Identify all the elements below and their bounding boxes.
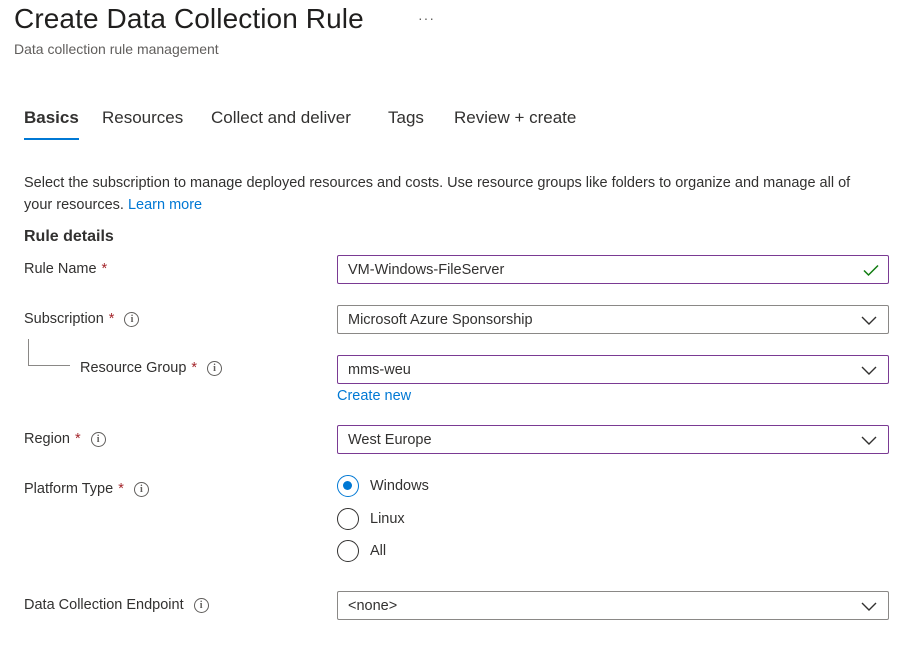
subscription-value: Microsoft Azure Sponsorship [348,311,533,328]
data-collection-endpoint-label-text: Data Collection Endpoint [24,597,184,613]
rule-name-label-text: Rule Name [24,261,97,277]
more-options-icon[interactable]: ··· [418,10,435,26]
section-title: Rule details [24,228,114,245]
page-title: Create Data Collection Rule [14,3,364,34]
info-icon[interactable]: i [133,481,149,497]
subscription-dropdown[interactable]: Microsoft Azure Sponsorship [337,305,889,334]
subscription-label-text: Subscription [24,311,104,327]
radio-option-linux[interactable]: Linux [337,508,405,530]
description: Select the subscription to manage deploy… [24,172,864,216]
rule-name-label: Rule Name * [24,261,107,277]
chevron-down-icon [861,602,877,611]
region-value: West Europe [348,431,432,448]
radio-label: Windows [370,478,429,494]
resource-group-label-text: Resource Group [80,360,187,376]
tab-basics[interactable]: Basics [24,108,79,140]
radio-option-all[interactable]: All [337,540,386,562]
region-label-text: Region [24,431,70,447]
radio-option-windows[interactable]: Windows [337,475,429,497]
rule-name-input[interactable]: VM-Windows-FileServer [337,255,889,284]
required-mark: * [101,261,108,277]
chevron-down-icon [861,316,877,325]
learn-more-link[interactable]: Learn more [128,197,202,213]
checkmark-icon [863,264,879,276]
chevron-down-icon [861,366,877,375]
required-mark: * [118,481,124,497]
create-new-link[interactable]: Create new [337,388,411,404]
chevron-down-icon [861,436,877,445]
region-dropdown[interactable]: West Europe [337,425,889,454]
tab-tags[interactable]: Tags [388,108,424,128]
radio-button-checked[interactable] [337,475,359,497]
required-mark: * [74,431,81,447]
radio-button[interactable] [337,540,359,562]
radio-button[interactable] [337,508,359,530]
info-icon[interactable]: i [124,311,140,327]
page-subtitle: Data collection rule management [14,41,219,57]
rule-name-value: VM-Windows-FileServer [348,261,505,278]
info-icon[interactable]: i [193,597,209,613]
data-collection-endpoint-value: <none> [348,597,398,614]
info-icon[interactable]: i [207,360,223,376]
tab-resources[interactable]: Resources [102,108,183,128]
platform-type-label-text: Platform Type [24,481,114,497]
resource-group-value: mms-weu [348,361,411,378]
tree-connector [28,339,29,365]
subscription-label: Subscription * i [24,311,140,327]
region-label: Region * i [24,431,106,447]
radio-label: All [370,543,387,559]
tab-review-create[interactable]: Review + create [454,108,576,128]
tree-connector [28,365,70,366]
resource-group-dropdown[interactable]: mms-weu [337,355,889,384]
resource-group-label: Resource Group * i [80,360,223,376]
tab-collect-and-deliver[interactable]: Collect and deliver [211,108,351,128]
data-collection-endpoint-label: Data Collection Endpoint i [24,597,209,613]
info-icon[interactable]: i [90,431,106,447]
radio-label: Linux [370,511,405,527]
required-mark: * [191,360,198,376]
required-mark: * [108,311,115,327]
data-collection-endpoint-dropdown[interactable]: <none> [337,591,889,620]
platform-type-label: Platform Type * i [24,481,149,497]
